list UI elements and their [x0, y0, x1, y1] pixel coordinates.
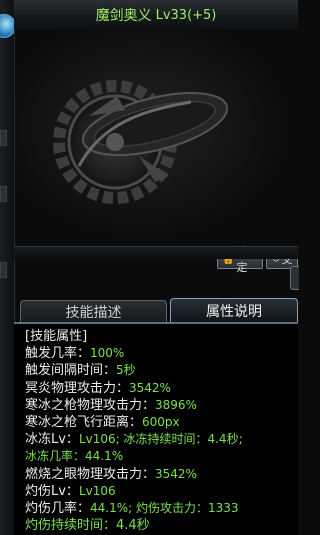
property-line: 寒冰之枪物理攻击力：3896%: [25, 397, 197, 413]
side-expand-handle[interactable]: [290, 266, 299, 290]
tab-attribute-explanation[interactable]: 属性说明: [170, 298, 298, 322]
property-line-partial: 灼伤持续时间：4.4秒: [25, 518, 150, 534]
edge-notch: [0, 130, 7, 146]
skill-name: 魔剑奥义: [95, 8, 152, 24]
edge-notch: [0, 262, 7, 278]
skill-title-bar: 魔剑奥义 Lv33(+5): [14, 0, 298, 31]
property-line: 冰冻几率：44.1%: [25, 449, 124, 464]
skill-level: Lv33(+5): [155, 7, 217, 23]
property-line: 触发几率：100%: [25, 346, 125, 362]
property-line: 灼伤几率：44.1%; 灼伤攻击力：1333: [25, 500, 239, 516]
properties-header: [技能属性]: [25, 329, 88, 344]
skill-emblem-icon: [53, 80, 229, 204]
property-line: 冥炎物理攻击力：3542%: [25, 380, 171, 396]
attribute-panel: [技能属性] 触发几率：100% 触发间隔时间：5秒 冥炎物理攻击力：3542%…: [14, 324, 298, 535]
tab-label: 技能描述: [65, 304, 122, 321]
property-line: 冰冻Lv：Lv106; 冰冻持续时间：4.4秒;: [25, 432, 243, 448]
tab-bar: 技能描述 属性说明: [14, 298, 298, 324]
panel-divider: [14, 246, 298, 259]
property-line: 燃烧之眼物理攻击力：3542%: [25, 466, 197, 482]
left-window-edge: [0, 0, 15, 535]
skill-art-panel: 🔒 锁定 ⟲ 交: [14, 30, 299, 274]
tab-label: 属性说明: [206, 303, 262, 320]
edge-notch: [0, 186, 7, 202]
property-line: 寒冰之枪飞行距离：600px: [25, 414, 180, 430]
property-line: 灼伤Lv：Lv106: [25, 483, 116, 499]
property-line: 触发间隔时间：5秒: [25, 363, 136, 379]
tab-skill-description[interactable]: 技能描述: [20, 300, 167, 322]
